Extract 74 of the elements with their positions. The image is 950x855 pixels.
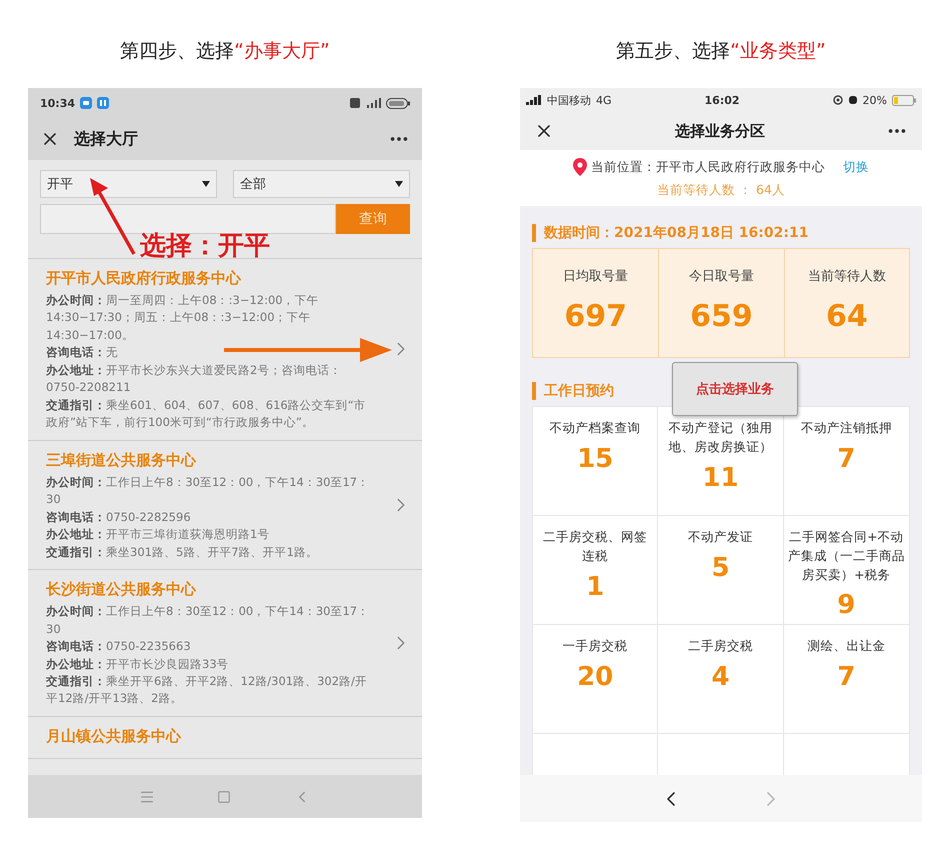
hall-name: 三埠街道公共服务中心 [46, 450, 198, 470]
hall-info-line: 咨询电话：0750-2282596 [46, 508, 191, 526]
service-count: 7 [837, 444, 856, 474]
service-tile[interactable]: 二手房交税 4 [658, 625, 784, 734]
service-name: 二手房交税 [688, 637, 753, 655]
hall-card[interactable]: 三埠街道公共服务中心 办公时间：工作日上午8：30至12：00，下午14：30至17：30 咨询电话：0750-2282596 办公地址：开平市三埠街道荻海恩明路1号 交通指引：乘坐301路、5路、开平7路、开平1路。 [28, 440, 422, 570]
hall-info-line: 咨询电话：0750-2235663 [46, 638, 191, 656]
battery-percent: 20% [862, 94, 887, 106]
hall-info-line: 办公时间：工作日上午8：30至12：00，下午14：30至17：30 [46, 474, 370, 508]
service-tile[interactable]: 二手房交税、网签连税 1 [533, 516, 658, 625]
service-tile[interactable]: 二手网签合同+不动产集成（一二手商品房买卖）+税务 9 [784, 516, 909, 625]
signal-icon [365, 98, 381, 108]
service-count: 4 [711, 662, 730, 692]
service-name: 不动产登记（独用地、房改房换证） [667, 419, 774, 456]
stat-value: 697 [564, 299, 627, 334]
location-pin-icon [573, 158, 587, 176]
service-name: 不动产档案查询 [550, 419, 641, 437]
hall-info-line: 办公地址：开平市长沙良园路33号 [46, 656, 229, 672]
service-name: 不动产发证 [688, 528, 753, 546]
service-name: 二手房交税、网签连税 [542, 528, 648, 565]
hall-name: 开平市人民政府行政服务中心 [46, 269, 242, 288]
hall-info-line: 办公地址：开平市三埠街道荻海恩明路1号 [46, 526, 270, 544]
service-name: 测绘、出让金 [807, 637, 886, 655]
hall-info-line: 交通指引：乘坐开平6路、开平2路、12路/301路、302路/开平12路/开平13路、2路。 [46, 672, 368, 708]
service-count: 15 [577, 444, 614, 474]
hall-name: 长沙街道公共服务中心 [46, 580, 198, 600]
hall-name: 月山镇公共服务中心 [46, 726, 182, 746]
page-title: 选择业务分区 [674, 122, 766, 140]
service-tile[interactable]: 一手房交税 20 [533, 625, 658, 734]
caret-down-icon[interactable] [395, 181, 403, 187]
status-time: 10:34 [40, 96, 76, 110]
search-field[interactable] [40, 204, 336, 234]
service-tile[interactable]: 不动产档案查询 15 [533, 407, 658, 516]
city-select[interactable]: 开平 [40, 170, 217, 198]
step-caption: 第四步、选择“办事大厅” [120, 39, 330, 64]
service-count: 7 [837, 662, 856, 692]
app-notification-icon [97, 97, 110, 109]
service-count: 5 [711, 552, 730, 583]
service-count: 1 [586, 572, 604, 602]
current-location: 当前位置：开平市人民政府行政服务中心 [591, 158, 825, 176]
stat-label: 当前等待人数 [808, 268, 886, 285]
waiting-count: 当前等待人数 ： 64人 [657, 182, 785, 199]
caret-down-icon[interactable] [202, 181, 210, 187]
stat-value: 64 [826, 299, 868, 334]
hall-info-line: 办公地址：开平市长沙东兴大道爱民路2号；咨询电话：0750-2208211 [46, 362, 342, 396]
service-count: 11 [702, 462, 739, 492]
network-type: 4G [596, 94, 612, 106]
battery-icon [386, 98, 410, 108]
stat-value: 659 [690, 299, 753, 334]
service-name: 一手房交税 [562, 637, 628, 655]
signal-icon [526, 95, 542, 105]
carrier-name: 中国移动 [547, 92, 591, 108]
step-caption: 第五步、选择“业务类型” [616, 39, 826, 64]
hall-info-line: 交通指引：乘坐601、604、607、608、616路公交车到“市政府”站下车，前行100米可到“市行政服务中心”。 [46, 396, 367, 432]
section-heading: 数据时间：2021年08月18日 16:02:11 [532, 224, 910, 242]
service-tile[interactable]: 不动产发证 5 [658, 516, 784, 625]
hall-card[interactable]: 长沙街道公共服务中心 办公时间：工作日上午8：30至12：00，下午14：30至17：30 咨询电话：0750-2235663 办公地址：开平市长沙良园路33号 交通指引：乘坐开平6路、开平2路、12路/301路、302路/开平12路/开平13路、2路。 [28, 570, 422, 717]
service-count: 20 [577, 662, 614, 692]
tooltip: 点击选择业务 [672, 362, 798, 416]
page-title: 选择大厅 [74, 128, 139, 150]
category-select[interactable]: 全部 [233, 170, 410, 198]
hall-info-line: 办公时间：周一至周四：上午08：:3−12:00，下午14:30−17:30；周五：上午08：:3−12:00；下午14:30−17:00。 [46, 292, 320, 344]
service-name: 不动产注销抵押 [800, 419, 892, 437]
hall-info-line: 咨询电话：无 [46, 344, 118, 362]
service-name: 二手网签合同+不动产集成（一二手商品房买卖）+税务 [788, 528, 905, 584]
battery-icon [892, 94, 916, 106]
service-tile[interactable]: 测绘、出让金 7 [784, 625, 909, 734]
stat-label: 今日取号量 [688, 268, 754, 285]
hall-info-line: 办公时间：工作日上午8：30至12：00，下午14：30至17：30 [46, 603, 370, 638]
status-time: 16:02 [704, 94, 740, 106]
stat-label: 日均取号量 [563, 268, 628, 285]
hall-info-line: 交通指引：乘坐301路、5路、开平7路、开平1路。 [46, 544, 318, 561]
service-count: 9 [837, 590, 856, 620]
app-notification-icon [80, 97, 92, 109]
